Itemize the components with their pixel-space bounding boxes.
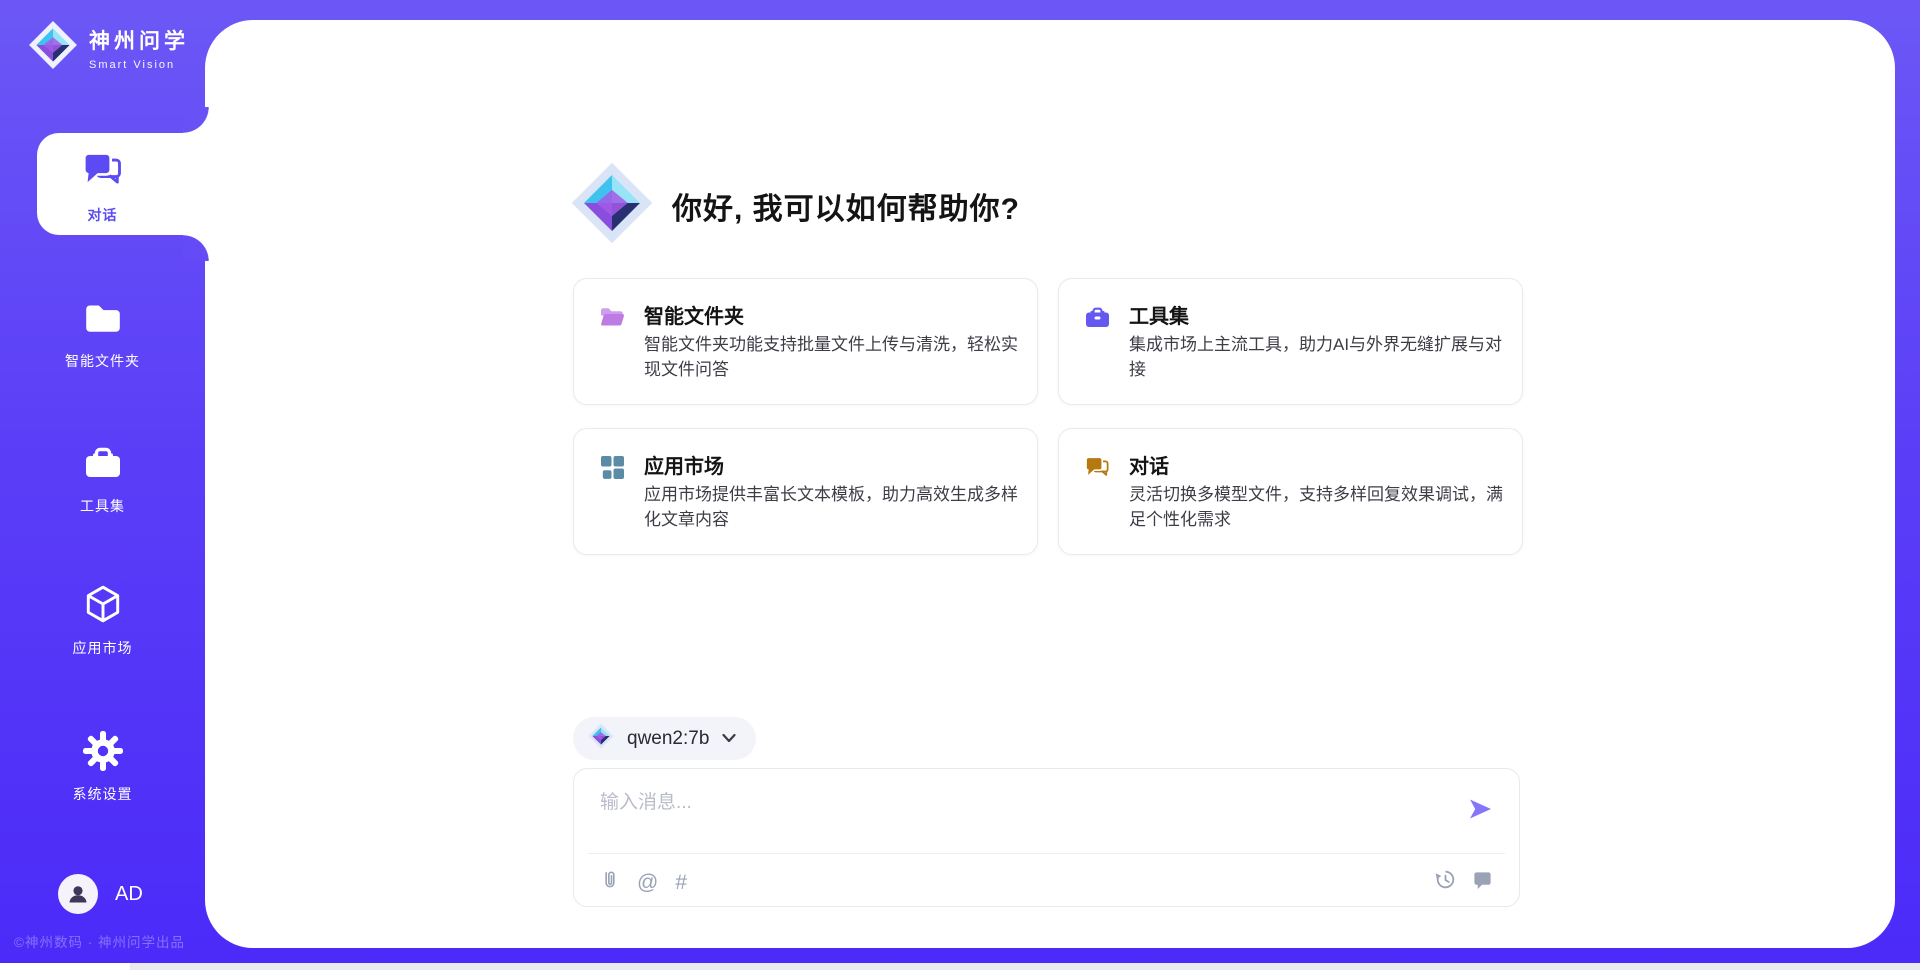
sidebar-item-label: 对话 [88,205,118,225]
card-smart-folder[interactable]: 智能文件夹 智能文件夹功能支持批量文件上传与清洗，轻松实现文件问答 [573,278,1038,405]
sidebar-item-label: 智能文件夹 [65,351,140,371]
sidebar-item-label: 应用市场 [73,638,133,658]
briefcase-icon [1084,304,1111,336]
sidebar-item-label: 工具集 [80,496,125,516]
diamond-logo-icon [28,20,78,75]
sidebar-item-toolset[interactable]: 工具集 [0,443,205,516]
brand-name: 神州问学 [89,25,189,55]
attachment-icon[interactable] [599,869,620,896]
card-title: 对话 [1129,450,1169,479]
app-root: 神州问学 Smart Vision 对话 智能文件夹 [0,0,1920,970]
model-name: qwen2:7b [627,728,709,750]
user-profile[interactable]: AD [58,874,143,914]
card-app-market[interactable]: 应用市场 应用市场提供丰富长文本模板，助力高效生成多样化文章内容 [573,428,1038,555]
folder-icon [82,296,124,343]
sidebar-item-settings[interactable]: 系统设置 [0,731,205,804]
chat-icon [1084,454,1111,486]
sidebar-item-smart-folder[interactable]: 智能文件夹 [0,296,205,371]
hash-icon[interactable]: # [675,872,687,893]
history-icon[interactable] [1435,869,1456,895]
card-title: 工具集 [1129,300,1189,329]
horizontal-scrollbar[interactable] [0,963,1920,970]
card-title: 智能文件夹 [644,300,744,329]
greeting: 你好, 我可以如何帮助你? [570,161,1020,250]
card-title: 应用市场 [644,450,724,479]
sidebar-item-chat[interactable]: 对话 [0,148,205,225]
brand-subtitle: Smart Vision [89,59,189,71]
cube-icon [82,583,124,630]
gear-icon [83,731,123,776]
diamond-logo-icon [588,723,614,754]
folder-open-icon [599,304,626,336]
card-description: 集成市场上主流工具，助力AI与外界无缝扩展与对接 [1129,332,1511,382]
toolbox-icon [83,443,123,488]
card-toolset[interactable]: 工具集 集成市场上主流工具，助力AI与外界无缝扩展与对接 [1058,278,1523,405]
user-avatar-icon [58,874,98,914]
model-selector[interactable]: qwen2:7b [573,717,756,760]
app-grid-icon [599,454,626,486]
feedback-icon[interactable] [1472,869,1493,895]
brand: 神州问学 Smart Vision [28,20,189,75]
card-chat[interactable]: 对话 灵活切换多模型文件，支持多样回复效果调试，满足个性化需求 [1058,428,1523,555]
message-composer: @ # [573,768,1520,907]
send-icon[interactable] [1467,796,1493,822]
sidebar-item-app-market[interactable]: 应用市场 [0,583,205,658]
feature-cards: 智能文件夹 智能文件夹功能支持批量文件上传与清洗，轻松实现文件问答 工具集 集成… [573,278,1523,555]
diamond-logo-icon [570,161,654,250]
mention-icon[interactable]: @ [637,872,658,893]
greeting-text: 你好, 我可以如何帮助你? [672,184,1020,228]
chevron-down-icon[interactable] [722,730,736,748]
card-description: 灵活切换多模型文件，支持多样回复效果调试，满足个性化需求 [1129,482,1511,532]
sidebar-item-label: 系统设置 [73,784,133,804]
card-description: 智能文件夹功能支持批量文件上传与清洗，轻松实现文件问答 [644,332,1026,382]
copyright-text: ©神州数码 · 神州问学出品 [14,931,185,951]
user-name: AD [115,883,143,906]
message-input[interactable] [600,787,1440,845]
chat-icon [81,148,125,197]
card-description: 应用市场提供丰富长文本模板，助力高效生成多样化文章内容 [644,482,1026,532]
composer-divider [588,853,1505,854]
